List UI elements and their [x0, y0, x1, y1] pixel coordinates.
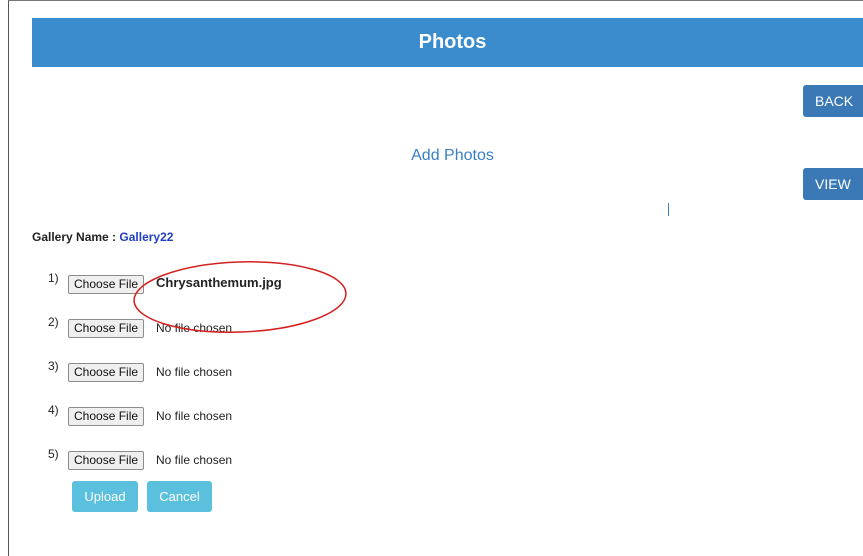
- no-file-chosen-text: No file chosen: [156, 321, 233, 335]
- top-border: [8, 0, 863, 1]
- view-button[interactable]: VIEW: [803, 168, 863, 200]
- file-row-number: 1): [48, 271, 59, 285]
- text-cursor-mark: [668, 203, 669, 216]
- file-row-number: 3): [48, 359, 59, 373]
- selected-file-name: Chrysanthemum.jpg: [156, 275, 282, 290]
- choose-file-button[interactable]: Choose File: [68, 275, 145, 294]
- upload-button[interactable]: Upload: [72, 481, 138, 512]
- choose-file-button[interactable]: Choose File: [68, 363, 145, 382]
- gallery-name-label: Gallery Name :: [32, 230, 117, 244]
- add-photos-heading: Add Photos: [411, 147, 494, 164]
- choose-file-button[interactable]: Choose File: [68, 407, 145, 426]
- back-button[interactable]: BACK: [803, 85, 863, 117]
- page-title: Photos: [418, 31, 487, 53]
- no-file-chosen-text: No file chosen: [156, 365, 233, 379]
- choose-file-button[interactable]: Choose File: [68, 319, 145, 338]
- gallery-name-value: Gallery22: [119, 230, 174, 244]
- cancel-button[interactable]: Cancel: [147, 481, 212, 512]
- no-file-chosen-text: No file chosen: [156, 453, 233, 467]
- file-row-number: 2): [48, 315, 59, 329]
- no-file-chosen-text: No file chosen: [156, 409, 233, 423]
- file-row-number: 5): [48, 447, 59, 461]
- gallery-name-line: Gallery Name : Gallery22: [32, 230, 173, 244]
- file-row-number: 4): [48, 403, 59, 417]
- header-bar: Photos: [32, 18, 863, 67]
- choose-file-button[interactable]: Choose File: [68, 451, 145, 470]
